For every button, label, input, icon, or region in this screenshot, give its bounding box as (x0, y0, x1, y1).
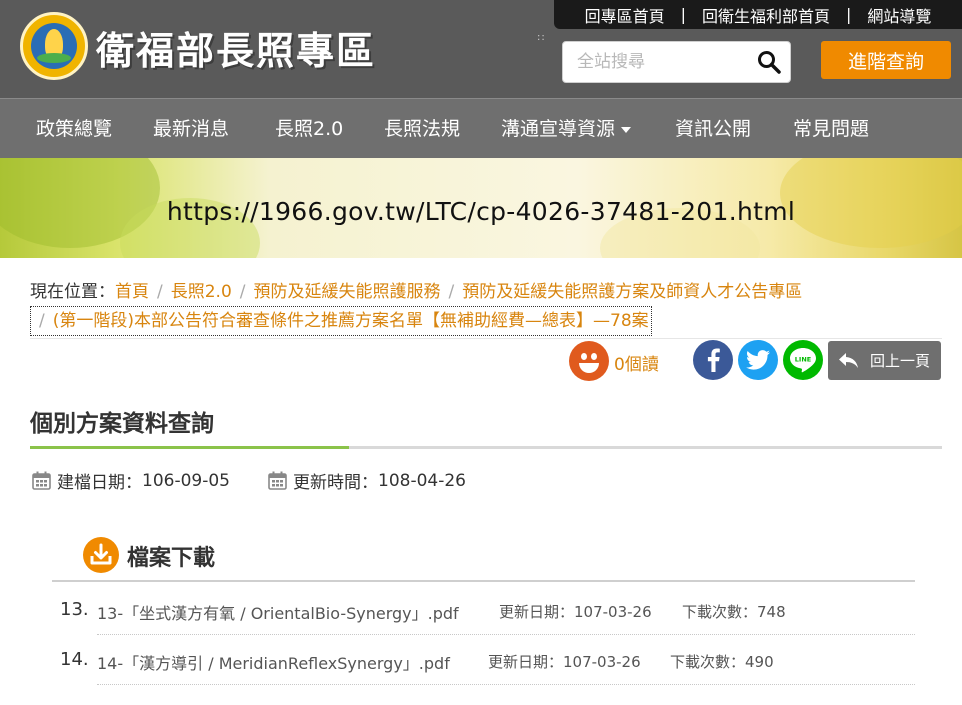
breadcrumb-announcement[interactable]: 預防及延緩失能照護方案及師資人才公告專區 (462, 282, 802, 302)
breadcrumb-current[interactable]: / (第一階段)本部公告符合審查條件之推薦方案名單【無補助經費—總表】—78案 (30, 306, 652, 336)
caret-down-icon (621, 126, 632, 133)
share-twitter-button[interactable] (738, 340, 778, 380)
share-facebook-button[interactable] (693, 340, 733, 380)
top-links-bar: 回專區首頁 | 回衛生福利部首頁 | 網站導覽 (554, 0, 962, 29)
file-link[interactable]: 14-「漢方導引 / MeridianReflexSynergy」.pdf (97, 650, 450, 674)
page-banner: https://1966.gov.tw/LTC/cp-4026-37481-20… (0, 158, 962, 258)
top-link-section-home[interactable]: 回專區首頁 (569, 3, 681, 27)
created-date: 建檔日期： 106-09-05 (32, 468, 230, 493)
search-icon[interactable] (756, 49, 782, 75)
file-updated-value: 107-03-26 (574, 603, 652, 621)
breadcrumb-prevention[interactable]: 預防及延緩失能照護服務 (254, 282, 441, 302)
file-number: 14. (60, 649, 89, 670)
view-count: 0個讀 (614, 355, 659, 375)
nav-item-ltc2[interactable]: 長照2.0 (275, 99, 343, 159)
file-updated-label: 更新日期： (488, 653, 564, 671)
nav-item-faq[interactable]: 常見問題 (793, 99, 869, 159)
row-divider (97, 684, 915, 685)
facebook-icon (707, 348, 720, 372)
nav-item-info[interactable]: 資訊公開 (675, 99, 751, 159)
breadcrumb-divider (30, 338, 942, 339)
download-glyph (90, 543, 112, 565)
file-row: 13. 13-「坐式漢方有氧 / OrientalBio-Synergy」.pd… (60, 599, 915, 629)
section-title: 個別方案資料查詢 (30, 411, 214, 437)
file-download-count: 下載次數：748 (682, 601, 786, 622)
calendar-icon (268, 471, 287, 490)
top-link-sitemap[interactable]: 網站導覽 (851, 3, 947, 27)
download-divider (52, 580, 915, 582)
site-title[interactable]: 衛福部長照專區 (96, 20, 376, 75)
nav-item-news[interactable]: 最新消息 (153, 99, 229, 159)
breadcrumb: 現在位置：首頁 / 長照2.0 / 預防及延緩失能照護服務 / 預防及延緩失能照護方案及師資… (30, 278, 930, 336)
file-updated: 更新日期：107-03-26 (488, 651, 641, 672)
download-title: 檔案下載 (127, 546, 216, 571)
twitter-icon (746, 350, 770, 370)
breadcrumb-home[interactable]: 首頁 (115, 282, 149, 302)
file-count-value: 748 (757, 603, 786, 621)
row-divider (97, 634, 915, 635)
breadcrumb-separator: / (448, 282, 455, 302)
file-number: 13. (60, 599, 89, 620)
nav-item-regulations[interactable]: 長照法規 (384, 99, 460, 159)
breadcrumb-separator: / (157, 282, 163, 302)
breadcrumb-separator: / (239, 282, 246, 302)
file-count-label: 下載次數： (682, 603, 758, 621)
breadcrumb-ltc2[interactable]: 長照2.0 (171, 282, 232, 302)
file-link[interactable]: 13-「坐式漢方有氧 / OrientalBio-Synergy」.pdf (97, 600, 459, 624)
search-input[interactable] (563, 42, 753, 82)
created-date-label: 建檔日期： (57, 473, 142, 493)
breadcrumb-label: 現在位置： (30, 282, 115, 302)
top-link-ministry-home[interactable]: 回衛生福利部首頁 (686, 3, 846, 27)
file-download-count: 下載次數：490 (670, 651, 774, 672)
share-line-button[interactable]: LINE (783, 340, 823, 380)
file-row: 14. 14-「漢方導引 / MeridianReflexSynergy」.pd… (60, 649, 915, 679)
created-date-value: 106-09-05 (142, 470, 230, 491)
line-icon-label: LINE (795, 356, 811, 364)
nav-item-promotion[interactable]: 溝通宣導資源 (501, 99, 632, 159)
ministry-logo[interactable] (20, 12, 88, 80)
drag-handle: :: (537, 32, 546, 43)
logo-emblem-icon (31, 23, 77, 69)
back-button[interactable]: 回上一頁 (828, 341, 941, 380)
breadcrumb-separator: / (39, 311, 45, 331)
site-header: 衛福部長照專區 :: 回專區首頁 | 回衛生福利部首頁 | 網站導覽 進階查詢 (0, 0, 962, 98)
back-arrow-icon (839, 352, 858, 368)
updated-date-label: 更新時間： (293, 473, 378, 493)
smiley-eye (581, 353, 587, 360)
line-icon: LINE (790, 348, 816, 373)
updated-date-value: 108-04-26 (378, 470, 466, 491)
main-nav: 政策總覽 最新消息 長照2.0 長照法規 溝通宣導資源 資訊公開 常見問題 (0, 98, 962, 158)
smiley-mouth (579, 363, 599, 373)
updated-date: 更新時間： 108-04-26 (268, 468, 466, 493)
search-box (562, 41, 791, 83)
banner-url: https://1966.gov.tw/LTC/cp-4026-37481-20… (166, 197, 796, 226)
smiley-eye (591, 353, 597, 360)
nav-item-promotion-label: 溝通宣導資源 (501, 118, 616, 140)
download-icon (83, 537, 119, 573)
section-underline-accent (30, 446, 349, 449)
file-updated-label: 更新日期： (499, 603, 575, 621)
back-button-label: 回上一頁 (870, 352, 931, 370)
file-count-label: 下載次數： (670, 653, 746, 671)
file-updated-value: 107-03-26 (563, 653, 641, 671)
breadcrumb-current-link[interactable]: (第一階段)本部公告符合審查條件之推薦方案名單【無補助經費—總表】—78案 (53, 311, 649, 331)
advanced-search-button[interactable]: 進階查詢 (821, 41, 951, 79)
calendar-icon (32, 471, 51, 490)
smiley-icon (569, 341, 609, 381)
nav-item-policy[interactable]: 政策總覽 (36, 99, 112, 159)
file-count-value: 490 (745, 653, 774, 671)
file-updated: 更新日期：107-03-26 (499, 601, 652, 622)
